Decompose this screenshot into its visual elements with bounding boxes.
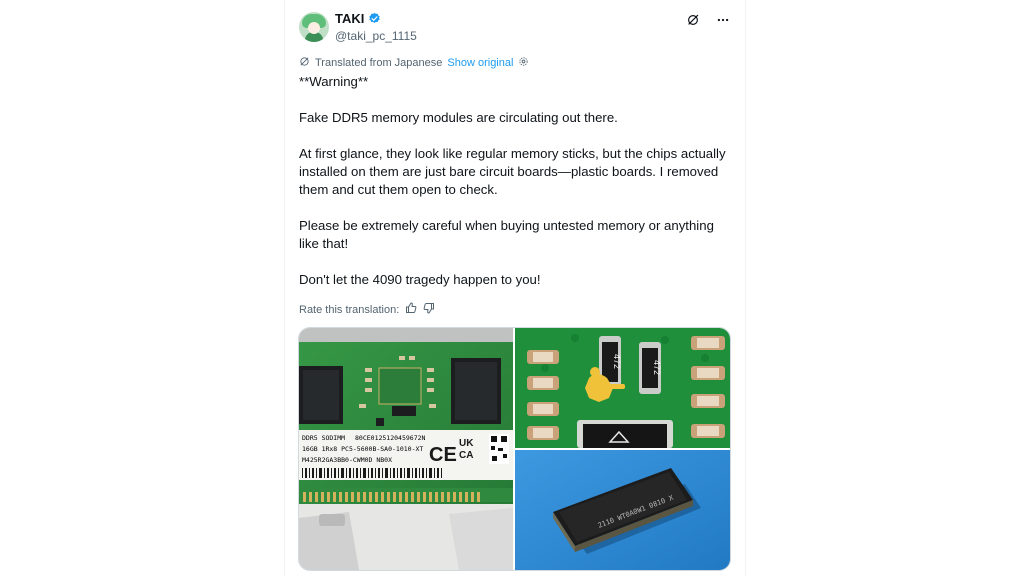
tweet-paragraph: Don't let the 4090 tragedy happen to you… — [299, 272, 541, 287]
settings-gear-icon[interactable] — [518, 56, 529, 70]
rate-translation: Rate this translation: — [299, 302, 435, 317]
translation-note: Translated from Japanese Show original — [299, 56, 529, 70]
tweet-text: **Warning** Fake DDR5 memory modules are… — [299, 73, 729, 307]
qr-code-icon — [489, 434, 509, 464]
verified-badge-icon — [368, 12, 381, 25]
thumbs-down-icon[interactable] — [423, 302, 435, 317]
grok-icon[interactable] — [685, 12, 701, 28]
resistor-closeup-photo[interactable]: 472 472 — [515, 328, 730, 448]
memory-module-photo[interactable]: DDR5 SODIMM 80CE0125120459672N 16GB 1Rx8… — [299, 328, 513, 570]
tweet-paragraph: **Warning** — [299, 74, 369, 89]
sticker-line-1: DDR5 SODIMM — [302, 434, 345, 442]
top-actions — [685, 12, 731, 28]
translate-icon — [299, 56, 310, 70]
show-original-link[interactable]: Show original — [447, 57, 513, 69]
more-options-icon[interactable] — [715, 12, 731, 28]
tweet-card: TAKI @taki_pc_1115 Translated from Japan… — [284, 0, 746, 576]
author-handle[interactable]: @taki_pc_1115 — [335, 29, 417, 43]
ukca-mark-top: UK — [459, 438, 474, 449]
ukca-mark-bottom: CA — [459, 450, 473, 461]
author-display-name[interactable]: TAKI — [335, 11, 364, 26]
sticker-serial: 80CE0125120459672N — [355, 434, 426, 442]
resistor-label-1: 472 — [612, 354, 622, 369]
tweet-paragraph: Please be extremely careful when buying … — [299, 218, 714, 251]
thumbs-up-icon[interactable] — [405, 302, 417, 317]
ce-mark: CE — [429, 444, 457, 466]
tweet-paragraph: At first glance, they look like regular … — [299, 146, 726, 197]
author-name-row: TAKI — [335, 11, 381, 26]
avatar[interactable] — [299, 12, 329, 42]
translated-label: Translated from Japanese — [315, 57, 443, 69]
sticker-line-3: M425R2GA3BB0-CWM0D NB0X — [302, 456, 392, 464]
tweet-paragraph: Fake DDR5 memory modules are circulating… — [299, 110, 618, 125]
media-grid: DDR5 SODIMM 80CE0125120459672N 16GB 1Rx8… — [298, 327, 731, 571]
sticker-line-2: 16GB 1Rx8 PC5-5600B-SA0-1010-XT — [302, 445, 423, 453]
fake-chip-photo[interactable]: 2110 WT0A0W1 0810 X — [515, 450, 730, 570]
rate-label: Rate this translation: — [299, 303, 400, 316]
resistor-label-2: 472 — [652, 360, 662, 375]
